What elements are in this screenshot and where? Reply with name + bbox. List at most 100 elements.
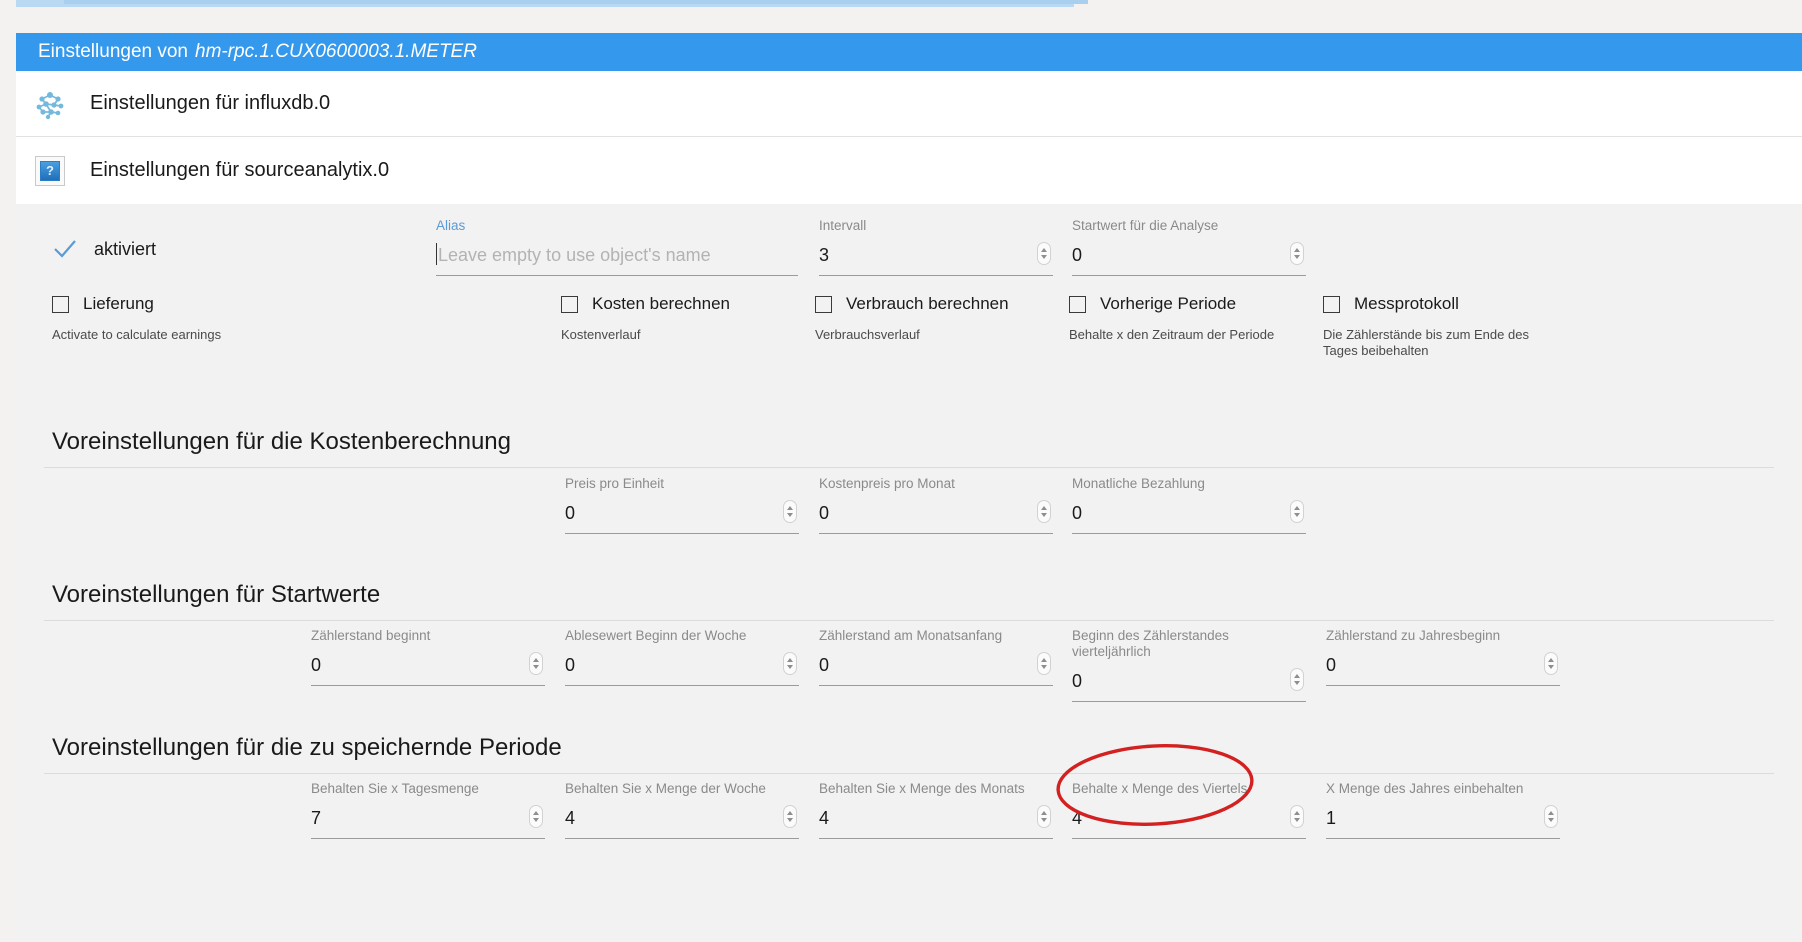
behalten-tagesmenge-stepper[interactable]	[529, 805, 543, 828]
kostenpreis-pro-monat-input[interactable]: 0	[819, 501, 829, 524]
behalten-woche-field[interactable]: Behalten Sie x Menge der Woche 4	[565, 781, 799, 839]
checkbox-messprotokoll[interactable]: Messprotokoll Die Zählerstände bis zum E…	[1323, 294, 1555, 359]
behalten-jahr-input[interactable]: 1	[1326, 806, 1336, 829]
checkbox-label: Messprotokoll	[1354, 294, 1459, 313]
startwert-analyse-stepper[interactable]	[1290, 242, 1304, 265]
behalten-viertel-field[interactable]: Behalte x Menge des Viertels 4	[1072, 781, 1306, 839]
ablesewert-woche-stepper[interactable]	[783, 652, 797, 675]
zaehlerstand-beginnt-label: Zählerstand beginnt	[311, 628, 431, 643]
startwert-analyse-input[interactable]: 0	[1072, 243, 1082, 266]
checkbox-label: Verbrauch berechnen	[846, 294, 1009, 313]
ablesewert-woche-input[interactable]: 0	[565, 653, 575, 676]
zaehlerstand-monatsanfang-input[interactable]: 0	[819, 653, 829, 676]
behalten-tagesmenge-input[interactable]: 7	[311, 806, 321, 829]
behalten-tagesmenge-label: Behalten Sie x Tagesmenge	[311, 781, 479, 796]
section-title-periode: Voreinstellungen für die zu speichernde …	[52, 734, 562, 761]
behalten-viertel-stepper[interactable]	[1290, 805, 1304, 828]
section-title-startwerte: Voreinstellungen für Startwerte	[52, 581, 381, 608]
section-title-kostenberechnung: Voreinstellungen für die Kostenberechnun…	[52, 428, 511, 455]
zaehlerstand-monatsanfang-stepper[interactable]	[1037, 652, 1051, 675]
intervall-input[interactable]: 3	[819, 243, 829, 266]
zaehlerstand-jahresbeginn-stepper[interactable]	[1544, 652, 1558, 675]
behalten-jahr-stepper[interactable]	[1544, 805, 1558, 828]
behalten-viertel-input[interactable]: 4	[1072, 806, 1082, 829]
intervall-field[interactable]: Intervall 3	[819, 218, 1053, 276]
checkbox-box[interactable]	[561, 295, 578, 313]
kostenpreis-pro-monat-label: Kostenpreis pro Monat	[819, 476, 955, 491]
adapter-row-label: Einstellungen für sourceanalytix.0	[90, 159, 390, 181]
zaehlerstand-beginnt-field[interactable]: Zählerstand beginnt 0	[311, 628, 545, 686]
activated-label: aktiviert	[94, 238, 157, 259]
top-tab-strip	[16, 0, 1088, 7]
checkbox-help-text: Activate to calculate earnings	[52, 327, 222, 342]
kostenpreis-pro-monat-stepper[interactable]	[1037, 500, 1051, 523]
zaehlerstand-jahresbeginn-input[interactable]: 0	[1326, 653, 1336, 676]
monatliche-bezahlung-field[interactable]: Monatliche Bezahlung 0	[1072, 476, 1306, 534]
zaehlerstand-beginnt-stepper[interactable]	[529, 652, 543, 675]
behalten-monat-field[interactable]: Behalten Sie x Menge des Monats 4	[819, 781, 1053, 839]
behalten-tagesmenge-field[interactable]: Behalten Sie x Tagesmenge 7	[311, 781, 545, 839]
page-title-prefix: Einstellungen von	[38, 41, 188, 62]
behalten-woche-stepper[interactable]	[783, 805, 797, 828]
ablesewert-woche-field[interactable]: Ablesewert Beginn der Woche 0	[565, 628, 799, 686]
behalten-monat-stepper[interactable]	[1037, 805, 1051, 828]
checkbox-label: Lieferung	[83, 294, 154, 313]
beginn-zaehlerstand-quartal-input[interactable]: 0	[1072, 669, 1082, 692]
preis-pro-einheit-input[interactable]: 0	[565, 501, 575, 524]
page-title-bar: Einstellungen von hm-rpc.1.CUX0600003.1.…	[16, 33, 1802, 71]
checkbox-box[interactable]	[1323, 295, 1340, 313]
ablesewert-woche-label: Ablesewert Beginn der Woche	[565, 628, 747, 643]
settings-body: aktiviert Alias Leave empty to use objec…	[16, 204, 1802, 942]
startwert-analyse-field-label: Startwert für die Analyse	[1072, 218, 1219, 233]
beginn-zaehlerstand-quartal-stepper[interactable]	[1290, 668, 1304, 691]
checkbox-help-text: Behalte x den Zeitraum der Periode	[1069, 327, 1275, 342]
checkbox-box[interactable]	[52, 295, 69, 313]
behalten-viertel-label: Behalte x Menge des Viertels	[1072, 781, 1248, 796]
checkbox-lieferung[interactable]: Lieferung Activate to calculate earnings	[52, 294, 221, 343]
checkbox-label: Vorherige Periode	[1100, 294, 1237, 313]
influxdb-molecule-icon	[28, 82, 72, 126]
zaehlerstand-beginnt-input[interactable]: 0	[311, 653, 321, 676]
behalten-jahr-label: X Menge des Jahres einbehalten	[1326, 781, 1524, 796]
zaehlerstand-monatsanfang-label: Zählerstand am Monatsanfang	[819, 628, 1003, 643]
alias-field[interactable]: Alias Leave empty to use object's name	[436, 218, 798, 276]
top-tab-strip-inner	[64, 0, 1088, 4]
adapter-row-sourceanalytix[interactable]: ? Einstellungen für sourceanalytix.0	[16, 137, 1802, 204]
behalten-monat-label: Behalten Sie x Menge des Monats	[819, 781, 1025, 796]
checkbox-label: Kosten berechnen	[592, 294, 730, 313]
zaehlerstand-monatsanfang-field[interactable]: Zählerstand am Monatsanfang 0	[819, 628, 1053, 686]
alias-field-label: Alias	[436, 218, 466, 233]
monatliche-bezahlung-label: Monatliche Bezahlung	[1072, 476, 1205, 491]
checkbox-verbrauch-berechnen[interactable]: Verbrauch berechnen Verbrauchsverlauf	[815, 294, 1009, 343]
checkbox-help-text: Die Zählerstände bis zum Ende des Tages …	[1323, 327, 1529, 358]
checkbox-box[interactable]	[815, 295, 832, 313]
checkbox-help-text: Verbrauchsverlauf	[815, 327, 920, 342]
checkbox-vorherige-periode[interactable]: Vorherige Periode Behalte x den Zeitraum…	[1069, 294, 1274, 343]
startwert-analyse-field[interactable]: Startwert für die Analyse 0	[1072, 218, 1306, 276]
behalten-monat-input[interactable]: 4	[819, 806, 829, 829]
page-title-object: hm-rpc.1.CUX0600003.1.METER	[195, 41, 477, 62]
adapter-row-influxdb[interactable]: Einstellungen für influxdb.0	[16, 71, 1802, 137]
intervall-stepper[interactable]	[1037, 242, 1051, 265]
activated-toggle[interactable]: aktiviert	[52, 236, 156, 262]
alias-input[interactable]: Leave empty to use object's name	[438, 243, 711, 266]
checkbox-kosten-berechnen[interactable]: Kosten berechnen Kostenverlauf	[561, 294, 730, 343]
checkbox-box[interactable]	[1069, 295, 1086, 313]
adapter-row-label: Einstellungen für influxdb.0	[90, 92, 331, 114]
intervall-field-label: Intervall	[819, 218, 867, 233]
behalten-woche-input[interactable]: 4	[565, 806, 575, 829]
check-icon	[52, 236, 78, 262]
monatliche-bezahlung-input[interactable]: 0	[1072, 501, 1082, 524]
behalten-woche-label: Behalten Sie x Menge der Woche	[565, 781, 766, 796]
preis-pro-einheit-field[interactable]: Preis pro Einheit 0	[565, 476, 799, 534]
monatliche-bezahlung-stepper[interactable]	[1290, 500, 1304, 523]
text-caret	[436, 243, 437, 265]
checkbox-help-text: Kostenverlauf	[561, 327, 641, 342]
behalten-jahr-field[interactable]: X Menge des Jahres einbehalten 1	[1326, 781, 1560, 839]
preis-pro-einheit-label: Preis pro Einheit	[565, 476, 665, 491]
beginn-zaehlerstand-quartal-field[interactable]: Beginn des Zählerstandes vierteljährlich…	[1072, 628, 1306, 702]
section-divider	[44, 773, 1774, 774]
preis-pro-einheit-stepper[interactable]	[783, 500, 797, 523]
zaehlerstand-jahresbeginn-field[interactable]: Zählerstand zu Jahresbeginn 0	[1326, 628, 1560, 686]
kostenpreis-pro-monat-field[interactable]: Kostenpreis pro Monat 0	[819, 476, 1053, 534]
